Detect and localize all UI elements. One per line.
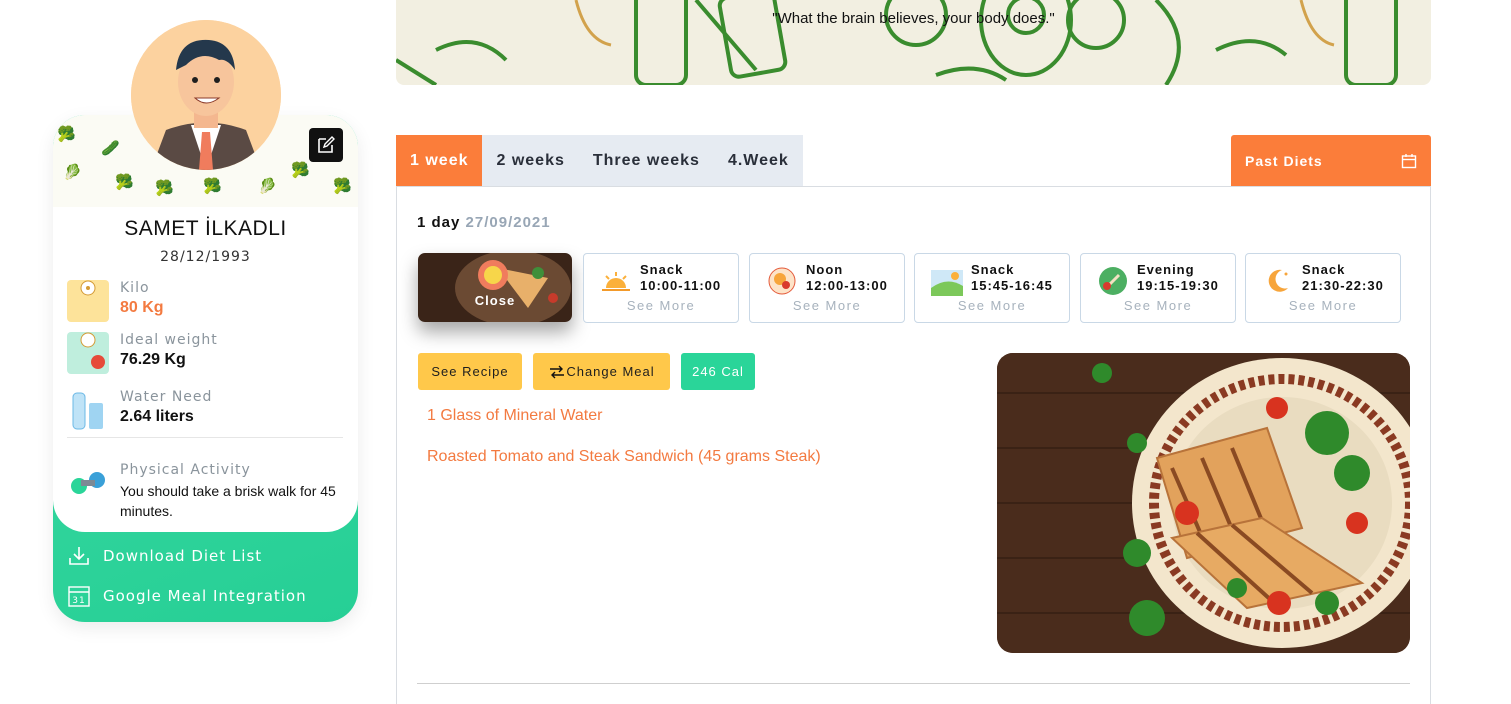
lunch-plate-icon xyxy=(768,267,796,295)
meal-name: Evening xyxy=(1137,262,1195,277)
tab-4-week[interactable]: 4.Week xyxy=(714,135,803,186)
google-meal-integration-link[interactable]: 31 Google Meal Integration xyxy=(67,584,307,608)
see-more-link[interactable]: See More xyxy=(750,298,904,313)
meal-name: Snack xyxy=(1302,262,1346,277)
user-birthdate: 28/12/1993 xyxy=(160,249,251,265)
moon-icon xyxy=(1268,269,1288,292)
stat-value: 2.64 liters xyxy=(120,408,194,425)
day-label: 1 day xyxy=(417,214,461,231)
see-more-link[interactable]: See More xyxy=(584,298,738,313)
meal-card-snack-3[interactable]: Snack 21:30-22:30 See More xyxy=(1245,253,1401,323)
tab-1-week[interactable]: 1 week xyxy=(396,135,483,186)
edit-icon xyxy=(318,136,335,153)
user-name: SAMET İLKADLI xyxy=(124,217,287,240)
see-more-link[interactable]: See More xyxy=(1081,298,1235,313)
google-meal-integration-label: Google Meal Integration xyxy=(103,587,307,605)
download-icon xyxy=(69,547,89,565)
scale-icon xyxy=(67,280,109,322)
motivational-quote: "What the brain believes, your body does… xyxy=(772,10,1055,27)
week-tabs: 1 week 2 weeks Three weeks 4.Week xyxy=(396,135,803,186)
download-diet-list-link[interactable]: Download Diet List xyxy=(67,545,262,567)
activity-text: You should take a brisk walk for 45 minu… xyxy=(120,483,336,519)
sunrise-icon xyxy=(602,272,630,291)
food-item: Roasted Tomato and Steak Sandwich (45 gr… xyxy=(427,448,821,465)
meal-card-noon[interactable]: Noon 12:00-13:00 See More xyxy=(749,253,905,323)
avatar xyxy=(131,20,281,170)
stat-label: Physical Activity xyxy=(120,462,251,478)
water-bottle-icon xyxy=(67,389,109,431)
change-meal-button[interactable]: Change Meal xyxy=(533,353,670,390)
stat-value: 76.29 Kg xyxy=(120,351,186,368)
meal-time: 10:00-11:00 xyxy=(640,278,722,293)
day-date: 27/09/2021 xyxy=(465,214,551,231)
landscape-icon xyxy=(931,270,963,296)
meal-time: 15:45-16:45 xyxy=(971,278,1053,293)
calendar-icon xyxy=(1401,153,1417,168)
meal-thumbnail-image xyxy=(418,253,572,322)
dumbbell-icon xyxy=(67,462,109,504)
food-item: 1 Glass of Mineral Water xyxy=(427,407,603,424)
stat-value: 80 Kg xyxy=(120,299,164,316)
quote-banner: "What the brain believes, your body does… xyxy=(396,0,1431,85)
stat-label: Kilo xyxy=(120,280,150,296)
stat-label: Ideal weight xyxy=(120,332,218,348)
meal-name: Snack xyxy=(971,262,1015,277)
profile-divider xyxy=(67,437,343,438)
meal-name: Noon xyxy=(806,262,844,277)
past-diets-button[interactable]: Past Diets xyxy=(1231,135,1431,186)
meal-card-evening[interactable]: Evening 19:15-19:30 See More xyxy=(1080,253,1236,323)
meal-time: 19:15-19:30 xyxy=(1137,278,1219,293)
dinner-icon xyxy=(1099,267,1127,295)
see-more-link[interactable]: See More xyxy=(1246,298,1400,313)
meal-card-active[interactable]: Close xyxy=(418,253,572,322)
day-title: 1 day 27/09/2021 xyxy=(417,214,551,231)
edit-profile-button[interactable] xyxy=(309,128,343,162)
tab-three-weeks[interactable]: Three weeks xyxy=(579,135,714,186)
download-diet-list-label: Download Diet List xyxy=(103,547,263,565)
diet-panel: 1 day 27/09/2021 Close Snack 10:00-11:00… xyxy=(396,186,1431,704)
past-diets-label: Past Diets xyxy=(1245,152,1323,169)
see-more-link[interactable]: See More xyxy=(915,298,1069,313)
meal-time: 12:00-13:00 xyxy=(806,278,888,293)
ideal-scale-icon xyxy=(67,332,109,374)
calendar-31-icon: 31 xyxy=(68,586,90,607)
stat-label: Water Need xyxy=(120,389,213,405)
section-divider xyxy=(417,683,1410,684)
change-meal-label: Change Meal xyxy=(566,364,655,379)
tab-2-weeks[interactable]: 2 weeks xyxy=(482,135,578,186)
meal-card-snack-1[interactable]: Snack 10:00-11:00 See More xyxy=(583,253,739,323)
svg-text:31: 31 xyxy=(72,596,85,606)
calories-badge: 246 Cal xyxy=(681,353,755,390)
meal-time: 21:30-22:30 xyxy=(1302,278,1384,293)
see-recipe-button[interactable]: See Recipe xyxy=(418,353,522,390)
meal-photo xyxy=(997,353,1410,653)
swap-arrows-icon xyxy=(550,365,565,378)
meal-card-snack-2[interactable]: Snack 15:45-16:45 See More xyxy=(914,253,1070,323)
meal-name: Snack xyxy=(640,262,684,277)
meal-close-label: Close xyxy=(474,293,516,308)
